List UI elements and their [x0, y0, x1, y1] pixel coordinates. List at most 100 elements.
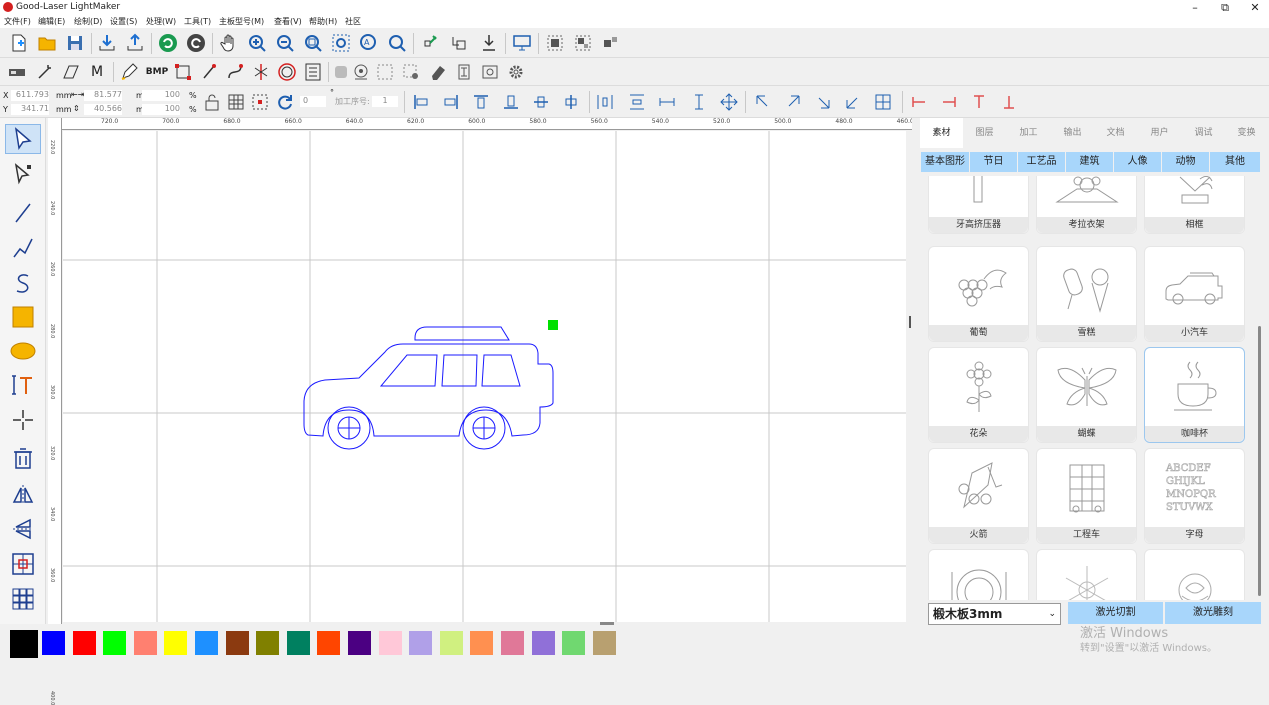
menu-draw[interactable]: 绘制(D): [74, 16, 102, 27]
distribute-h-icon[interactable]: [594, 91, 616, 113]
crosshair-icon[interactable]: [5, 405, 41, 435]
align-right-icon[interactable]: [440, 91, 462, 113]
gallery-item[interactable]: [1144, 549, 1245, 600]
zoom-page-icon[interactable]: [386, 32, 408, 54]
move-top-left-icon[interactable]: [752, 91, 774, 113]
ungroup-icon[interactable]: [572, 32, 594, 54]
color-swatch[interactable]: [348, 631, 371, 655]
gallery-scrollbar-thumb[interactable]: [1258, 326, 1261, 596]
grid-icon[interactable]: [225, 91, 247, 113]
array-grid-icon[interactable]: [5, 584, 41, 614]
tab-process[interactable]: 加工: [1007, 118, 1050, 148]
gallery-item[interactable]: 葡萄: [928, 246, 1029, 342]
gallery-item[interactable]: 咖啡杯: [1144, 347, 1245, 443]
gallery-item[interactable]: 蝴蝶: [1036, 347, 1137, 443]
align-center-icon[interactable]: [5, 549, 41, 579]
line-tool-icon[interactable]: [198, 61, 220, 83]
preview-icon[interactable]: [511, 32, 533, 54]
edge-left-icon[interactable]: [908, 91, 930, 113]
close-button[interactable]: ✕: [1244, 1, 1266, 14]
eraser-icon[interactable]: [427, 61, 449, 83]
zoom-fit-icon[interactable]: [302, 32, 324, 54]
curve-tool-icon[interactable]: [224, 61, 246, 83]
gallery-item[interactable]: 雪糕: [1036, 246, 1137, 342]
split-tool-icon[interactable]: [250, 61, 272, 83]
same-size-icon[interactable]: [718, 91, 740, 113]
ellipse-icon[interactable]: [5, 336, 41, 366]
list-icon[interactable]: [302, 61, 324, 83]
polyline-icon[interactable]: [5, 233, 41, 263]
text-align-icon[interactable]: [453, 61, 475, 83]
move-bottom-right-icon[interactable]: [812, 91, 834, 113]
export-icon[interactable]: [124, 32, 146, 54]
node-select-icon[interactable]: [5, 159, 41, 189]
lock-ratio-icon[interactable]: [201, 91, 223, 113]
color-swatch[interactable]: [256, 631, 280, 655]
align-left-icon[interactable]: [410, 91, 432, 113]
gallery-item[interactable]: 牙高挤压器: [928, 176, 1029, 234]
color-swatch[interactable]: [42, 631, 65, 655]
scale-x-input[interactable]: 100: [142, 90, 180, 101]
category-animals[interactable]: 动物: [1162, 152, 1209, 172]
align-hcenter-icon[interactable]: [560, 91, 582, 113]
undo-icon[interactable]: [157, 32, 179, 54]
height-input[interactable]: 40.566: [84, 104, 122, 115]
color-swatch[interactable]: [592, 631, 616, 655]
mirror-horizontal-icon[interactable]: [5, 480, 41, 510]
color-swatch[interactable]: [133, 631, 157, 655]
gallery-item[interactable]: 工程车: [1036, 448, 1137, 544]
zoom-all-icon[interactable]: A: [358, 32, 380, 54]
pan-hand-icon[interactable]: [218, 32, 240, 54]
color-swatch[interactable]: [195, 631, 218, 655]
move-top-right-icon[interactable]: [782, 91, 804, 113]
distribute-v-icon[interactable]: [626, 91, 648, 113]
settings-frame-icon[interactable]: [400, 61, 422, 83]
tab-output[interactable]: 输出: [1051, 118, 1094, 148]
gallery-item[interactable]: 考拉衣架: [1036, 176, 1137, 234]
same-height-icon[interactable]: [688, 91, 710, 113]
process-order-input[interactable]: 1: [372, 96, 398, 107]
import-icon[interactable]: [96, 32, 118, 54]
menu-settings[interactable]: 设置(S): [110, 16, 137, 27]
rotate-icon[interactable]: [274, 91, 296, 113]
rectangle-icon[interactable]: [5, 302, 41, 332]
menu-file[interactable]: 文件(F): [4, 16, 31, 27]
color-swatch[interactable]: [10, 630, 38, 658]
panel-splitter-handle[interactable]: [909, 316, 911, 328]
laser-position-icon[interactable]: [478, 32, 500, 54]
scale-y-input[interactable]: 100: [142, 104, 180, 115]
tab-debug[interactable]: 调试: [1182, 118, 1225, 148]
laser-engrave-button[interactable]: 激光雕刻: [1165, 602, 1261, 624]
group-icon[interactable]: [544, 32, 566, 54]
color-swatch[interactable]: [409, 631, 433, 655]
node-edit-icon[interactable]: [420, 32, 442, 54]
gallery-item[interactable]: [928, 549, 1029, 600]
gallery-item[interactable]: 火箭: [928, 448, 1029, 544]
material-select[interactable]: 椴木板3mm ⌄: [928, 603, 1061, 625]
car-drawing[interactable]: [63, 131, 906, 622]
category-holiday[interactable]: 节日: [970, 152, 1017, 172]
color-swatch[interactable]: [531, 631, 555, 655]
delete-trash-icon[interactable]: [5, 443, 41, 473]
new-file-icon[interactable]: [8, 32, 30, 54]
select-arrow-icon[interactable]: [5, 124, 41, 154]
gallery-item[interactable]: 相框: [1144, 176, 1245, 234]
color-swatch[interactable]: [103, 631, 127, 655]
color-swatch[interactable]: [470, 631, 494, 655]
drawing-canvas[interactable]: [63, 131, 906, 622]
eraser-line-icon[interactable]: [60, 61, 82, 83]
menu-help[interactable]: 帮助(H): [309, 16, 337, 27]
zoom-in-icon[interactable]: [246, 32, 268, 54]
pen-tool-icon[interactable]: [118, 61, 140, 83]
menu-process[interactable]: 处理(W): [146, 16, 176, 27]
color-swatch[interactable]: [225, 631, 249, 655]
edge-top-icon[interactable]: [968, 91, 990, 113]
same-width-icon[interactable]: [656, 91, 678, 113]
align-bottom-icon[interactable]: [500, 91, 522, 113]
menu-tools[interactable]: 工具(T): [184, 16, 211, 27]
select-rect-icon[interactable]: [172, 61, 194, 83]
align-vcenter-icon[interactable]: [530, 91, 552, 113]
color-swatch[interactable]: [439, 631, 463, 655]
gallery-item[interactable]: ABCDEF GHIJKL MNOPQR STUVWX 字母: [1144, 448, 1245, 544]
category-architecture[interactable]: 建筑: [1066, 152, 1113, 172]
